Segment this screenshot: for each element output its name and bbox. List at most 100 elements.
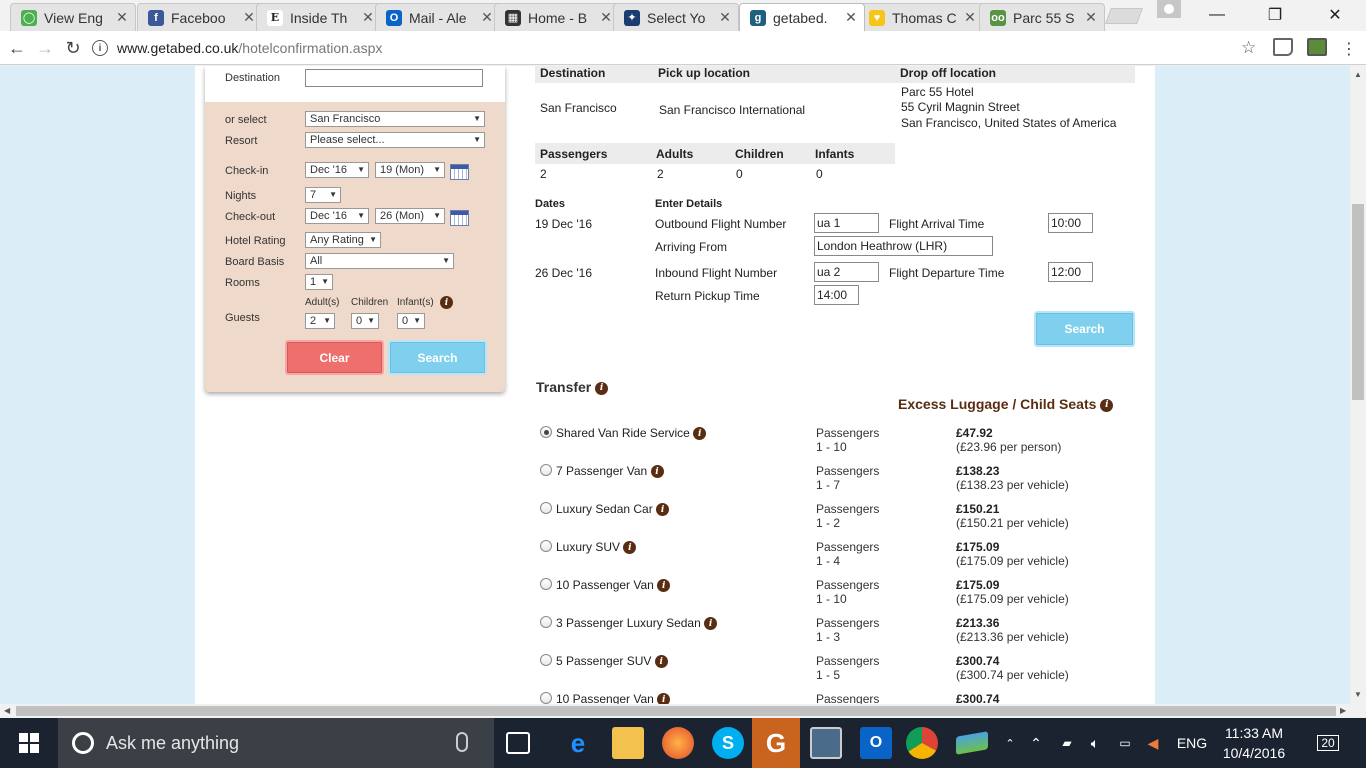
scroll-left-arrow[interactable]: ◀ <box>4 706 10 715</box>
board-basis-select[interactable]: All ▼ <box>305 253 454 269</box>
task-view-icon[interactable] <box>506 732 530 754</box>
transfer-option-info-icon[interactable]: i <box>704 617 718 631</box>
maximize-button[interactable]: ❐ <box>1252 0 1298 30</box>
transfer-option-radio[interactable] <box>540 578 552 590</box>
outbound-flight-input[interactable]: ua 1 <box>814 213 879 233</box>
microphone-icon[interactable] <box>456 732 468 752</box>
children-select[interactable]: 0 ▼ <box>351 313 379 329</box>
tab-close-icon[interactable]: ✕ <box>242 9 256 26</box>
tab-close-icon[interactable]: ✕ <box>480 9 494 26</box>
return-pickup-input[interactable]: 14:00 <box>814 285 859 305</box>
checkin-calendar-icon[interactable] <box>450 164 469 180</box>
taskbar-scroll-icon[interactable]: ⌃ <box>1002 718 1018 768</box>
outlook-icon[interactable]: O <box>860 727 892 759</box>
app-g-icon[interactable]: G <box>752 718 800 768</box>
clear-button[interactable]: Clear <box>285 340 384 375</box>
transfer-option-radio[interactable] <box>540 692 552 704</box>
transfer-option-name[interactable]: Luxury SUV i <box>556 540 637 555</box>
monitor-app-icon[interactable] <box>810 727 842 759</box>
transfer-option-name[interactable]: Shared Van Ride Service i <box>556 426 707 441</box>
checkin-month-select[interactable]: Dec '16 ▼ <box>305 162 369 178</box>
transfer-option-info-icon[interactable]: i <box>650 465 664 479</box>
infants-info-icon[interactable]: i <box>440 296 453 309</box>
browser-tab[interactable]: oo Parc 55 S ✕ <box>979 3 1105 31</box>
checkout-calendar-icon[interactable] <box>450 210 469 226</box>
forward-button[interactable]: → <box>34 37 56 59</box>
edge-icon[interactable]: e <box>562 727 594 759</box>
sidebar-search-button[interactable]: Search <box>388 340 487 375</box>
transfer-option-name[interactable]: 3 Passenger Luxury Sedan i <box>556 616 718 631</box>
nights-select[interactable]: 7 ▼ <box>305 187 341 203</box>
new-tab-button[interactable] <box>1105 8 1143 24</box>
checkin-day-select[interactable]: 19 (Mon) ▼ <box>375 162 445 178</box>
browser-tab[interactable]: f Faceboo ✕ <box>137 3 263 31</box>
resort-select[interactable]: Please select... ▼ <box>305 132 485 148</box>
transfer-option-name[interactable]: 7 Passenger Van i <box>556 464 664 479</box>
cast-icon[interactable] <box>1273 38 1293 56</box>
transfer-option-info-icon[interactable]: i <box>657 693 671 704</box>
browser-tab[interactable]: ✦ Select Yo ✕ <box>613 3 739 31</box>
reload-button[interactable]: ↻ <box>62 37 84 59</box>
inbound-flight-input[interactable]: ua 2 <box>814 262 879 282</box>
extension-icon[interactable] <box>1307 38 1327 56</box>
arriving-from-input[interactable]: London Heathrow (LHR) <box>814 236 993 256</box>
transfer-option-name[interactable]: 10 Passenger Van i <box>556 578 671 593</box>
transfer-option-radio[interactable] <box>540 502 552 514</box>
address-bar[interactable]: i www.getabed.co.uk/hotelconfirmation.as… <box>92 34 1262 62</box>
network-icon[interactable]: ▰ <box>1056 718 1078 768</box>
profile-button[interactable] <box>1157 0 1181 18</box>
battery-icon[interactable]: ▭ <box>1114 718 1136 768</box>
transfer-option-radio[interactable] <box>540 616 552 628</box>
arrival-time-input[interactable]: 10:00 <box>1048 213 1093 233</box>
tab-close-icon[interactable]: ✕ <box>361 9 375 26</box>
destination-select[interactable]: San Francisco ▼ <box>305 111 485 127</box>
tab-close-icon[interactable]: ✕ <box>718 9 732 26</box>
horizontal-scroll-thumb[interactable] <box>16 706 1336 716</box>
transfer-option-info-icon[interactable]: i <box>693 427 707 441</box>
transfer-option-name[interactable]: 10 Passenger Van i <box>556 692 671 704</box>
transfer-option-info-icon[interactable]: i <box>656 503 670 517</box>
transfer-option-info-icon[interactable]: i <box>657 579 671 593</box>
volume-icon[interactable]: 🔈︎ <box>1084 718 1106 768</box>
adults-select[interactable]: 2 ▼ <box>305 313 335 329</box>
infants-select[interactable]: 0 ▼ <box>397 313 425 329</box>
transfer-option-radio[interactable] <box>540 540 552 552</box>
browser-tab[interactable]: ◯ View Eng ✕ <box>10 3 136 31</box>
tab-close-icon[interactable]: ✕ <box>599 9 613 26</box>
checkout-month-select[interactable]: Dec '16 ▼ <box>305 208 369 224</box>
chrome-icon[interactable] <box>906 727 938 759</box>
speaker-alert-icon[interactable]: ◀ <box>1142 718 1164 768</box>
transfer-option-info-icon[interactable]: i <box>623 541 637 555</box>
horizontal-scrollbar[interactable]: ◀ ▶ <box>0 704 1366 718</box>
vertical-scroll-thumb[interactable] <box>1352 204 1364 400</box>
destination-input[interactable] <box>305 69 483 87</box>
checkout-day-select[interactable]: 26 (Mon) ▼ <box>375 208 445 224</box>
start-button[interactable] <box>0 718 58 768</box>
scroll-right-arrow[interactable]: ▶ <box>1340 706 1346 715</box>
transfer-option-radio[interactable] <box>540 654 552 666</box>
transfer-option-radio[interactable] <box>540 426 552 438</box>
close-window-button[interactable]: ✕ <box>1312 0 1358 30</box>
browser-tab[interactable]: ▦ Home - B ✕ <box>494 3 620 31</box>
tab-close-icon[interactable]: ✕ <box>1084 9 1098 26</box>
transfer-option-name[interactable]: Luxury Sedan Car i <box>556 502 670 517</box>
browser-tab[interactable]: g getabed. ✕ <box>739 3 865 31</box>
transfer-option-radio[interactable] <box>540 464 552 476</box>
excess-info-icon[interactable]: i <box>1100 398 1114 412</box>
tab-close-icon[interactable]: ✕ <box>963 9 977 26</box>
browser-tab[interactable]: E Inside Th ✕ <box>256 3 382 31</box>
scroll-down-arrow[interactable]: ▼ <box>1354 690 1362 699</box>
minimize-button[interactable]: — <box>1194 0 1240 30</box>
bookmark-star-icon[interactable]: ☆ <box>1241 38 1256 58</box>
departure-time-input[interactable]: 12:00 <box>1048 262 1093 282</box>
transfer-option-name[interactable]: 5 Passenger SUV i <box>556 654 668 669</box>
site-info-icon[interactable]: i <box>92 40 108 56</box>
cortana-search-box[interactable]: Ask me anything <box>58 718 494 768</box>
firefox-icon[interactable] <box>662 727 694 759</box>
rooms-select[interactable]: 1 ▼ <box>305 274 333 290</box>
language-indicator[interactable]: ENG <box>1172 718 1212 768</box>
transfer-info-icon[interactable]: i <box>595 381 609 395</box>
transfer-option-info-icon[interactable]: i <box>654 655 668 669</box>
show-hidden-icons[interactable]: ⌃ <box>1028 718 1044 768</box>
browser-tab[interactable]: O Mail - Ale ✕ <box>375 3 501 31</box>
